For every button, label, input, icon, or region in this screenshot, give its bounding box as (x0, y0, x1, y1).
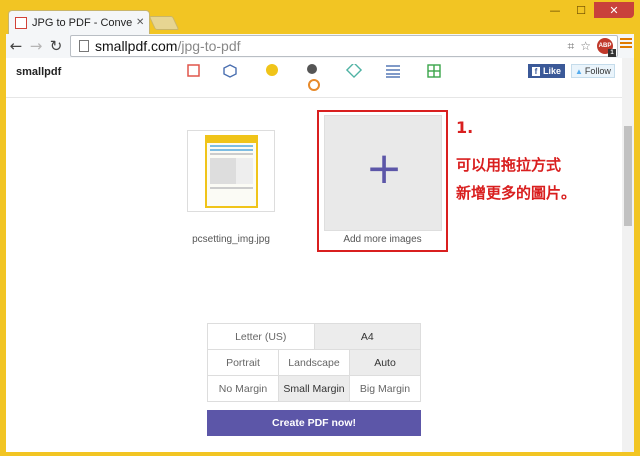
page-icon (79, 40, 89, 52)
tab-close-icon[interactable]: ✕ (136, 17, 144, 28)
jpg-icon (345, 64, 363, 79)
facebook-icon: f (532, 66, 540, 76)
twitter-follow-label: Follow (584, 66, 611, 76)
back-button[interactable]: ← (6, 36, 26, 56)
smallpdf-favicon-icon (15, 16, 27, 29)
site-logo[interactable]: smallpdf (16, 66, 61, 78)
browser-tab[interactable]: JPG to PDF - Convert your ✕ (8, 10, 150, 34)
annotation-text: 1. 可以用拖拉方式 新增更多的圖片。 (456, 118, 576, 207)
facebook-like-button[interactable]: f Like (528, 64, 566, 78)
tool-icon-bar (187, 64, 441, 91)
split-icon (307, 64, 317, 74)
add-more-images-dropzone[interactable]: + (324, 115, 442, 231)
twitter-follow-button[interactable]: ▲ Follow (571, 64, 615, 78)
bookmark-star-icon[interactable]: ☆ (580, 39, 591, 53)
option-landscape[interactable]: Landscape (278, 350, 349, 375)
pdf-pie-icon (308, 79, 320, 91)
word-icon (386, 65, 400, 78)
forward-button[interactable]: → (26, 36, 46, 56)
url-host: smallpdf.com (95, 38, 178, 54)
annotation-number: 1. (456, 118, 474, 137)
create-pdf-button[interactable]: Create PDF now! (207, 410, 421, 436)
url-path: /jpg-to-pdf (177, 38, 241, 54)
address-bar[interactable]: smallpdf.com /jpg-to-pdf ⌗ ☆ ABP 1 (70, 35, 618, 57)
add-more-images-label[interactable]: Add more images (317, 234, 448, 245)
annotation-line-2: 新增更多的圖片。 (456, 184, 577, 202)
option-letter[interactable]: Letter (US) (208, 324, 314, 349)
tab-title: JPG to PDF - Convert your (32, 16, 132, 29)
scrollbar-thumb[interactable] (624, 126, 632, 226)
facebook-like-label: Like (543, 66, 562, 76)
adblock-plus-icon[interactable]: ABP 1 (597, 38, 616, 57)
plus-icon: + (365, 143, 403, 194)
uploaded-image-filename: pcsetting_img.jpg (192, 234, 270, 245)
uploaded-image-thumbnail (205, 135, 258, 208)
abp-badge: 1 (608, 49, 616, 57)
option-big-margin[interactable]: Big Margin (349, 376, 420, 401)
option-small-margin[interactable]: Small Margin (278, 376, 349, 401)
compress-icon (187, 64, 200, 77)
excel-icon (427, 64, 441, 78)
merge-icon (266, 64, 278, 76)
orientation-row: Portrait Landscape Auto (208, 349, 420, 375)
option-a4[interactable]: A4 (313, 324, 420, 349)
close-window-button[interactable]: ✕ (594, 2, 634, 18)
ppt-icon (223, 64, 237, 78)
browser-toolbar: ← → ↻ smallpdf.com /jpg-to-pdf ⌗ ☆ ABP 1 (6, 34, 634, 58)
page-viewport: smallpdf f Like ▲ Follow pcsetting_img.j… (6, 58, 634, 452)
minimize-button[interactable]: — (542, 2, 568, 18)
chrome-menu-icon[interactable] (620, 38, 632, 48)
pdf-options-panel: Letter (US) A4 Portrait Landscape Auto N… (207, 323, 421, 402)
new-tab-button[interactable] (148, 16, 180, 30)
option-portrait[interactable]: Portrait (208, 350, 278, 375)
maximize-button[interactable]: ☐ (568, 2, 594, 18)
browser-window: — ☐ ✕ JPG to PDF - Convert your ✕ ← → ↻ … (0, 0, 640, 456)
site-header: smallpdf f Like ▲ Follow (6, 58, 622, 98)
window-controls: — ☐ ✕ (542, 2, 634, 18)
page-scrollbar[interactable] (622, 58, 634, 452)
option-auto[interactable]: Auto (349, 350, 420, 375)
uploaded-image-card[interactable] (187, 130, 275, 212)
option-no-margin[interactable]: No Margin (208, 376, 278, 401)
page-size-row: Letter (US) A4 (208, 324, 420, 349)
reload-button[interactable]: ↻ (46, 36, 66, 56)
margin-row: No Margin Small Margin Big Margin (208, 375, 420, 401)
translate-icon[interactable]: ⌗ (567, 39, 574, 54)
twitter-bird-icon: ▲ (575, 66, 583, 76)
annotation-line-1: 可以用拖拉方式 (456, 156, 562, 174)
